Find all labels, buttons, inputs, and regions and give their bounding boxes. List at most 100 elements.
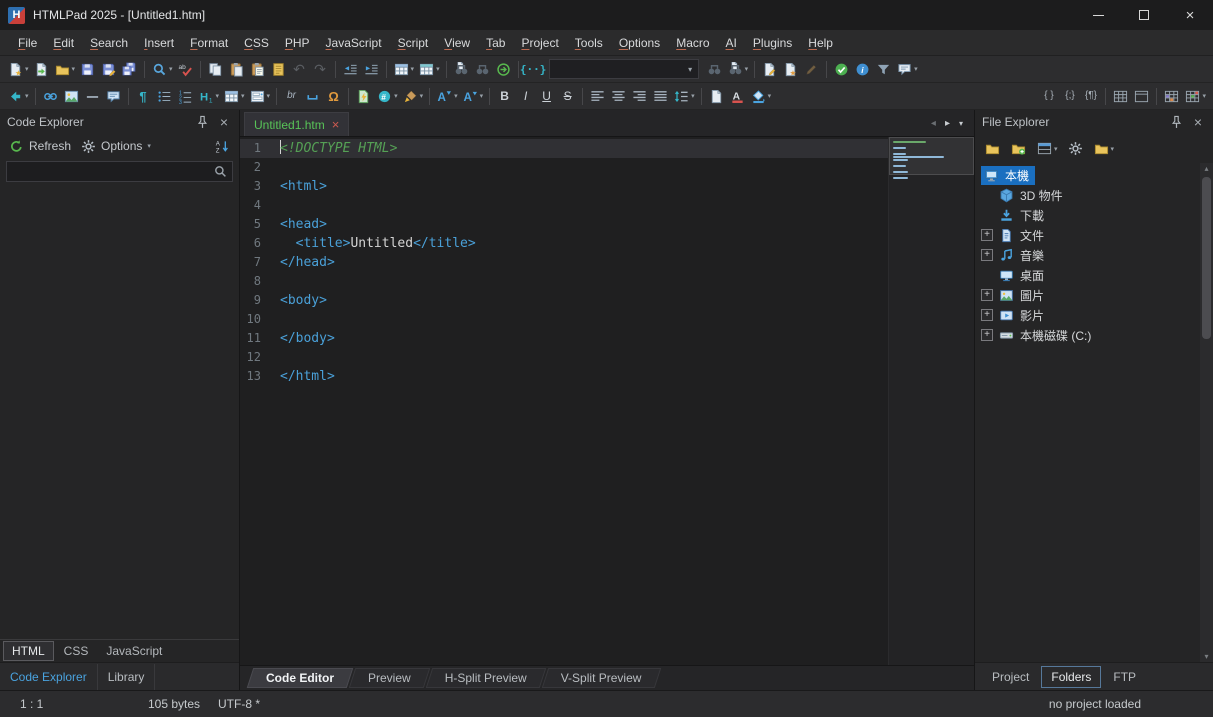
scroll-up-icon[interactable]: ▴ <box>1200 164 1213 173</box>
expand-icon[interactable]: + <box>981 249 993 261</box>
menu-file[interactable]: File <box>10 32 45 54</box>
fe-open-folder-button[interactable] <box>982 137 1003 160</box>
edit-page-button[interactable] <box>759 58 780 81</box>
lang-tab-html[interactable]: HTML <box>3 641 54 661</box>
numbered-list-button[interactable]: 123 <box>175 85 196 108</box>
show-grid-button[interactable] <box>1110 85 1131 108</box>
minimize-button[interactable] <box>1075 0 1121 30</box>
code-explorer-search-input[interactable] <box>10 164 212 179</box>
underline-button[interactable]: U <box>536 85 557 108</box>
tree-item-item[interactable]: 下載 <box>975 205 1200 225</box>
encoding[interactable]: UTF-8 * <box>218 697 308 711</box>
tree-item-item[interactable]: 桌面 <box>975 265 1200 285</box>
find-in-files-button[interactable] <box>451 58 472 81</box>
align-left-button[interactable] <box>587 85 608 108</box>
edit-mode-button[interactable] <box>801 58 822 81</box>
close-panel-icon[interactable]: × <box>216 114 232 130</box>
close-panel-icon[interactable]: × <box>1190 114 1206 130</box>
tree-item-item[interactable]: +圖片 <box>975 285 1200 305</box>
dock-tab-folders[interactable]: Folders <box>1041 666 1101 688</box>
dock-tab-library[interactable]: Library <box>98 664 156 690</box>
save-button[interactable] <box>77 58 98 81</box>
menu-tab[interactable]: Tab <box>478 32 513 54</box>
tab-list-icon[interactable]: ▾ <box>959 119 963 128</box>
open-file-button[interactable]: ▾ <box>52 58 78 81</box>
page-properties-button[interactable] <box>706 85 727 108</box>
goto-line-button[interactable] <box>493 58 514 81</box>
code-line[interactable]: 13</html> <box>240 367 888 386</box>
lang-tab-css[interactable]: CSS <box>56 642 97 660</box>
menu-insert[interactable]: Insert <box>136 32 182 54</box>
expand-icon[interactable]: + <box>981 289 993 301</box>
decrease-indent-button[interactable] <box>340 58 361 81</box>
copy-button[interactable] <box>205 58 226 81</box>
pin-panel-icon[interactable] <box>1168 114 1184 130</box>
line-break-button[interactable]: br <box>281 85 302 108</box>
navigate-back-button[interactable]: ▾ <box>5 85 31 108</box>
insert-form-button[interactable]: ▾ <box>247 85 273 108</box>
highlight-color-button[interactable]: ▾ <box>748 85 774 108</box>
code-line[interactable]: 4 <box>240 196 888 215</box>
dock-tab-ftp[interactable]: FTP <box>1104 667 1145 687</box>
italic-button[interactable]: I <box>515 85 536 108</box>
find-previous-button[interactable]: ▾ <box>725 58 751 81</box>
paste-special-button[interactable] <box>247 58 268 81</box>
menu-ai[interactable]: AI <box>718 32 745 54</box>
undo-button[interactable]: ↶ <box>289 58 310 81</box>
clipboard-history-button[interactable] <box>268 58 289 81</box>
css-style-button[interactable]: #▾ <box>374 85 400 108</box>
format-painter-button[interactable]: ▾ <box>400 85 426 108</box>
format-code-button[interactable]: { } <box>1038 85 1059 108</box>
document-info-button[interactable]: i <box>852 58 873 81</box>
menu-tools[interactable]: Tools <box>567 32 611 54</box>
code-line[interactable]: 6 <title>Untitled</title> <box>240 234 888 253</box>
menu-script[interactable]: Script <box>390 32 437 54</box>
new-document-button[interactable]: ★▾ <box>5 58 31 81</box>
page-template-button[interactable]: ★ <box>780 58 801 81</box>
close-button[interactable]: × <box>1167 0 1213 30</box>
view-tab-h-split-preview[interactable]: H-Split Preview <box>429 667 543 689</box>
decrease-font-button[interactable]: A▾ <box>460 85 486 108</box>
code-line[interactable]: 3<html> <box>240 177 888 196</box>
scroll-down-icon[interactable]: ▾ <box>1200 652 1213 661</box>
quick-search-combobox-input[interactable] <box>550 62 683 76</box>
save-all-button[interactable] <box>119 58 140 81</box>
scrollbar-thumb[interactable] <box>1202 177 1211 339</box>
menu-options[interactable]: Options <box>611 32 668 54</box>
insert-table-button[interactable]: ▾ <box>221 85 247 108</box>
chevron-down-icon[interactable]: ▾ <box>683 65 698 74</box>
line-spacing-button[interactable]: ▾ <box>671 85 697 108</box>
code-line[interactable]: 11</body> <box>240 329 888 348</box>
menu-javascript[interactable]: JavaScript <box>318 32 390 54</box>
options-button[interactable]: Options ▾ <box>78 136 153 156</box>
snippets-button[interactable] <box>353 85 374 108</box>
code-templates-button[interactable]: ▾ <box>416 58 442 81</box>
fe-root-folder-button[interactable]: ▾ <box>1091 137 1117 160</box>
maximize-button[interactable] <box>1121 0 1167 30</box>
save-as-button[interactable] <box>98 58 119 81</box>
code-line[interactable]: 9<body> <box>240 291 888 310</box>
menu-macro[interactable]: Macro <box>668 32 717 54</box>
validate-html-button[interactable]: ▾ <box>1182 85 1208 108</box>
special-character-button[interactable]: Ω <box>323 85 344 108</box>
lang-tab-javascript[interactable]: JavaScript <box>98 642 170 660</box>
filter-button[interactable] <box>873 58 894 81</box>
pin-panel-icon[interactable] <box>194 114 210 130</box>
dock-tab-project[interactable]: Project <box>983 667 1038 687</box>
code-line[interactable]: 5<head> <box>240 215 888 234</box>
code-line[interactable]: 8 <box>240 272 888 291</box>
fe-view-mode-button[interactable]: ▾ <box>1034 137 1060 160</box>
dock-tab-code-explorer[interactable]: Code Explorer <box>0 664 98 690</box>
code-line[interactable]: 7</head> <box>240 253 888 272</box>
code-line[interactable]: 10 <box>240 310 888 329</box>
scroll-tabs-right-icon[interactable]: ▸ <box>945 118 950 129</box>
menu-search[interactable]: Search <box>82 32 136 54</box>
menu-help[interactable]: Help <box>800 32 841 54</box>
menu-php[interactable]: PHP <box>277 32 318 54</box>
tag-tools-button[interactable]: ▾ <box>391 58 417 81</box>
expand-icon[interactable]: + <box>981 229 993 241</box>
show-panels-button[interactable] <box>1131 85 1152 108</box>
search-button[interactable]: ▾ <box>149 58 175 81</box>
menu-format[interactable]: Format <box>182 32 236 54</box>
horizontal-rule-button[interactable] <box>82 85 103 108</box>
